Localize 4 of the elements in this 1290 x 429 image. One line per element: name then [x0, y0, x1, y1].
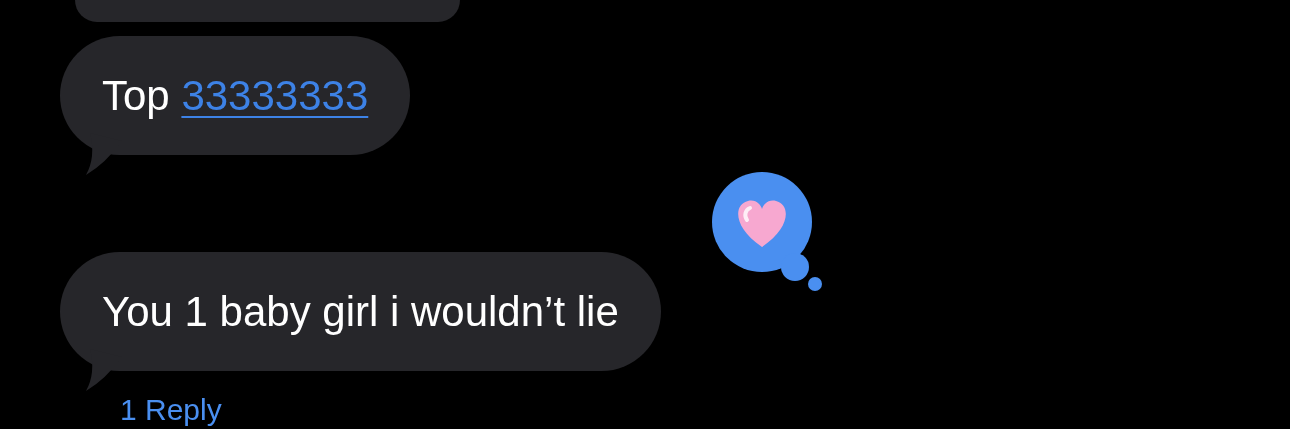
replies-link[interactable]: 1 Reply [120, 393, 222, 427]
message-bubble: You 1 baby girl i wouldn’t lie [60, 252, 661, 371]
phone-link[interactable]: 33333333 [181, 72, 369, 119]
message-bubble: Top 33333333 [60, 36, 411, 155]
